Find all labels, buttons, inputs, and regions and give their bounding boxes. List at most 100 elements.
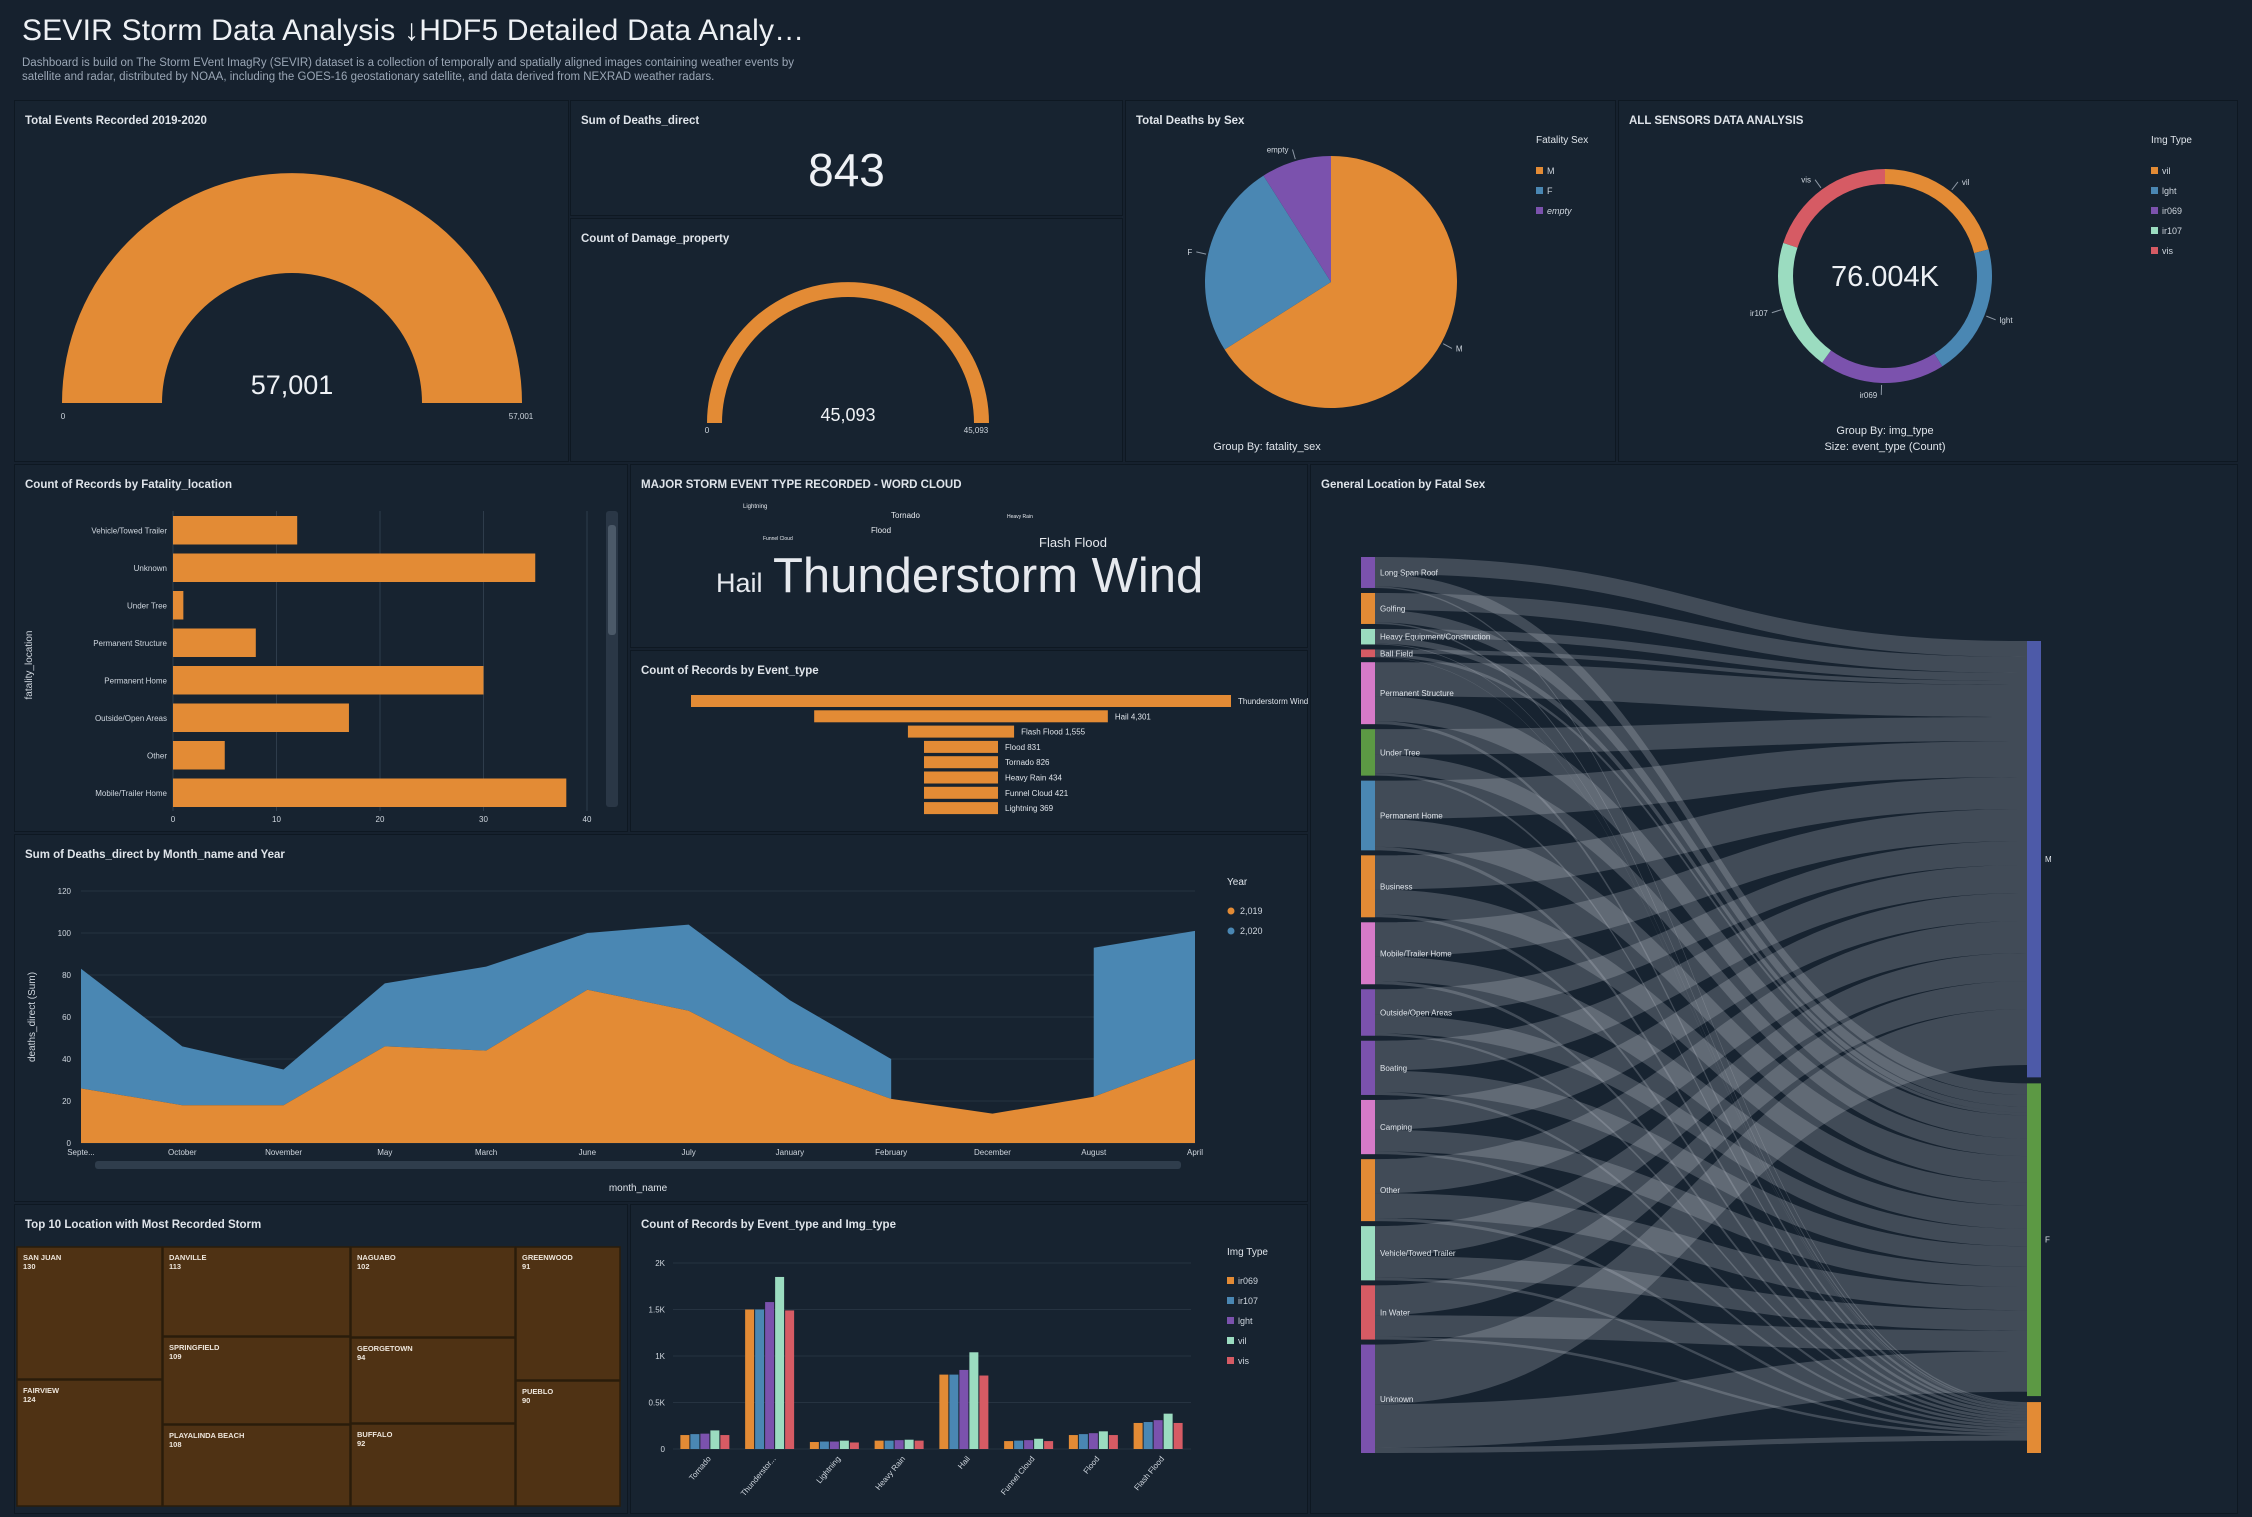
bar (959, 1369, 969, 1449)
y-tick-label: 1K (655, 1352, 665, 1361)
bar (700, 1433, 710, 1449)
sankey-node-label: Permanent Home (1380, 811, 1443, 820)
panel-all-sensors[interactable]: ALL SENSORS DATA ANALYSIS 76.004K vil lgh… (1618, 100, 2238, 462)
treemap-cell-name: PLAYALINDA BEACH (169, 1431, 244, 1440)
gauge-min-label: 0 (61, 412, 66, 421)
bar (1173, 1422, 1183, 1449)
panel-deaths-by-sex[interactable]: Total Deaths by Sex M Fempty Fatality Sex M… (1125, 100, 1616, 462)
sankey-node-right (2027, 641, 2041, 1078)
pie-leader-line (1292, 149, 1296, 160)
x-tick-label: 30 (479, 815, 488, 824)
bar (173, 516, 298, 545)
legend-swatch (1227, 1297, 1234, 1304)
bar (1024, 1440, 1034, 1449)
bar (979, 1375, 989, 1449)
donut-footer-group: Group By: img_type (1836, 425, 1934, 437)
legend-label: lght (1238, 1316, 1253, 1326)
donut-slice-label: ir107 (1750, 309, 1768, 318)
bar (1078, 1434, 1088, 1449)
panel-event-type-funnel[interactable]: Count of Records by Event_type Thunderst… (630, 650, 1331, 832)
sankey-node-left (1361, 922, 1375, 985)
bar (173, 703, 349, 732)
donut-leader-line (1986, 315, 1996, 321)
y-axis-label: fatality_location (24, 631, 35, 700)
treemap-cell-name: BUFFALO (357, 1430, 393, 1439)
pie-leader-line (1196, 251, 1207, 255)
dashboard-description: Dashboard is build on The Storm EVent Im… (22, 57, 794, 83)
bar (1004, 1441, 1014, 1449)
sankey-node-label: Long Span Roof (1380, 568, 1439, 577)
bar (939, 1374, 949, 1449)
bar (1088, 1433, 1098, 1449)
bar (173, 628, 256, 657)
panel-event-img[interactable]: Count of Records by Event_type and Img_t… (630, 1204, 1308, 1514)
panel-deaths-by-month[interactable]: Sum of Deaths_direct by Month_name and Y… (14, 834, 1308, 1202)
pie-slice-label: M (1456, 344, 1463, 353)
bar (173, 553, 536, 582)
word: Hail (716, 568, 763, 598)
top-locations-treemap: SAN JUAN130 FAIRVIEW124 DANVILLE113 SPRINGF… (16, 1246, 621, 1507)
x-tick-label: 0 (171, 815, 176, 824)
sankey-node-left (1361, 855, 1375, 918)
legend-swatch (1227, 1277, 1234, 1284)
panel-top-locations[interactable]: Top 10 Location with Most Recorded Storm… (14, 1204, 628, 1514)
y-tick-label: 40 (62, 1055, 71, 1064)
legend-swatch (1227, 1357, 1234, 1364)
chart-scrollbar[interactable] (606, 511, 618, 807)
bar (173, 741, 225, 770)
y-category-label: Permanent Structure (93, 639, 167, 648)
x-tick-label: 20 (376, 815, 385, 824)
total-events-gauge: 57,001 0 57,001 (61, 173, 534, 421)
funnel-label: Heavy Rain 434 (1005, 774, 1062, 783)
sankey-node-label: M (2045, 855, 2052, 864)
y-category-label: Unknown (134, 564, 167, 573)
funnel-bar (924, 802, 998, 815)
legend-swatch (1536, 207, 1543, 214)
x-tick-label: Tornado (687, 1454, 713, 1482)
legend-title: Img Type (1227, 1247, 1268, 1258)
deaths-direct-value: 843 (808, 144, 885, 196)
funnel-bar (924, 740, 998, 753)
treemap-cell-name: FAIRVIEW (23, 1386, 60, 1395)
treemap-cell-value: 90 (522, 1396, 530, 1405)
funnel-bar (924, 786, 998, 799)
funnel-label: Funnel Cloud 421 (1005, 789, 1069, 798)
legend-swatch (2151, 207, 2158, 214)
treemap-cell-value: 92 (357, 1439, 365, 1448)
sankey-node-left (1361, 989, 1375, 1036)
location-sex-sankey: Long Span Roof Golfing Heavy Equipment/Con… (1361, 557, 2052, 1453)
bar (1044, 1441, 1054, 1449)
panel-sankey[interactable]: General Location by Fatal Sex Long Span … (1310, 464, 2238, 1514)
sankey-node-left (1361, 729, 1375, 776)
scrollbar-thumb[interactable] (608, 525, 616, 635)
legend-label: vil (2162, 166, 2171, 176)
word: Lightning (743, 504, 767, 510)
x-tick-label: April (1187, 1148, 1203, 1157)
y-tick-label: 100 (58, 929, 72, 938)
treemap-cell-name: SAN JUAN (23, 1253, 61, 1262)
legend-label: ir107 (2162, 226, 2182, 236)
donut-legend-title: Img Type (2151, 135, 2192, 146)
word: Flood (871, 526, 891, 535)
panel-damage-property[interactable]: Count of Damage_property 45,093 0 45,093 (570, 218, 1123, 462)
donut-slice-label: ir069 (1859, 391, 1877, 400)
sankey-node-left (1361, 628, 1375, 645)
panel-deaths-direct[interactable]: Sum of Deaths_direct 843 (570, 100, 1123, 216)
panel-total-events[interactable]: Total Events Recorded 2019-2020 57,001 0… (14, 100, 569, 462)
funnel-bar (924, 771, 998, 784)
bar (969, 1352, 979, 1449)
x-tick-label: March (475, 1148, 497, 1157)
legend-swatch (1536, 167, 1543, 174)
y-category-label: Under Tree (127, 601, 168, 610)
treemap-cell-name: DANVILLE (169, 1253, 207, 1262)
treemap-cell-value: 94 (357, 1353, 366, 1362)
sankey-node-label: Outside/Open Areas (1380, 1009, 1452, 1018)
legend-label: M (1547, 166, 1555, 176)
bar (720, 1435, 730, 1449)
panel-word-cloud[interactable]: MAJOR STORM EVENT TYPE RECORDED - WORD C… (630, 464, 1308, 648)
panel-fatality-location[interactable]: Count of Records by Fatality_location 01… (14, 464, 628, 832)
donut-slice-label: vis (1801, 176, 1811, 185)
sankey-node-label: In Water (1380, 1308, 1410, 1317)
treemap-cell (515, 1380, 621, 1507)
treemap-cell-value: 108 (169, 1440, 182, 1449)
